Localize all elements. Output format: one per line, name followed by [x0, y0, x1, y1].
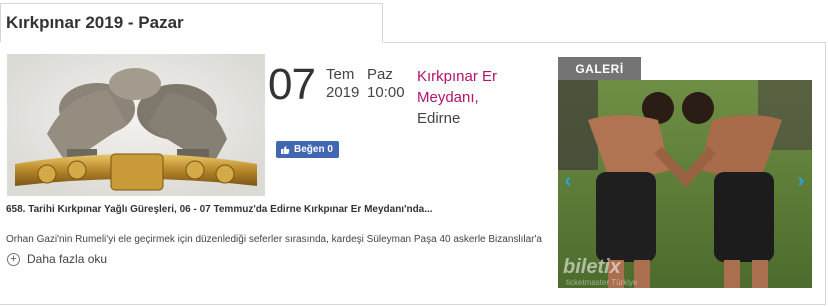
read-more-label: Daha fazla oku	[27, 252, 108, 266]
event-time: 10:00	[367, 84, 405, 101]
event-month-year: Tem 2019	[326, 66, 359, 102]
gallery-prev-button[interactable]: ‹	[561, 170, 575, 192]
wrestlers-belt-illustration	[7, 54, 265, 196]
event-day: 07	[268, 60, 316, 109]
event-year: 2019	[326, 84, 360, 101]
gallery-tab[interactable]: GALERİ	[558, 57, 641, 80]
page-title: Kırkpınar 2019 - Pazar	[6, 13, 184, 32]
biletix-watermark: biletix	[563, 256, 621, 278]
facebook-thumb-icon	[281, 145, 290, 154]
ticketmaster-watermark: ticketmaster Türkiye	[566, 278, 638, 287]
venue-city: Edirne	[417, 110, 461, 127]
event-month: Tem	[326, 66, 355, 83]
event-weekday-time: Paz 10:00	[367, 66, 405, 102]
like-label: Beğen 0	[294, 144, 333, 155]
event-weekday: Paz	[367, 66, 393, 83]
event-image[interactable]	[7, 54, 265, 196]
plus-circle-icon: +	[7, 252, 20, 266]
gallery-next-button[interactable]: ›	[794, 170, 808, 192]
venue-link[interactable]: Kırkpınar Er Meydanı,	[417, 66, 537, 108]
event-description: Orhan Gazi'nin Rumeli'yi ele geçirmek iç…	[6, 234, 542, 245]
facebook-like-button[interactable]: Beğen 0	[276, 141, 339, 158]
event-venue: Kırkpınar Er Meydanı, Edirne	[417, 66, 537, 129]
event-summary: 658. Tarihi Kırkpınar Yağlı Güreşleri, 0…	[6, 204, 433, 215]
read-more-link[interactable]: + Daha fazla oku	[7, 252, 107, 266]
